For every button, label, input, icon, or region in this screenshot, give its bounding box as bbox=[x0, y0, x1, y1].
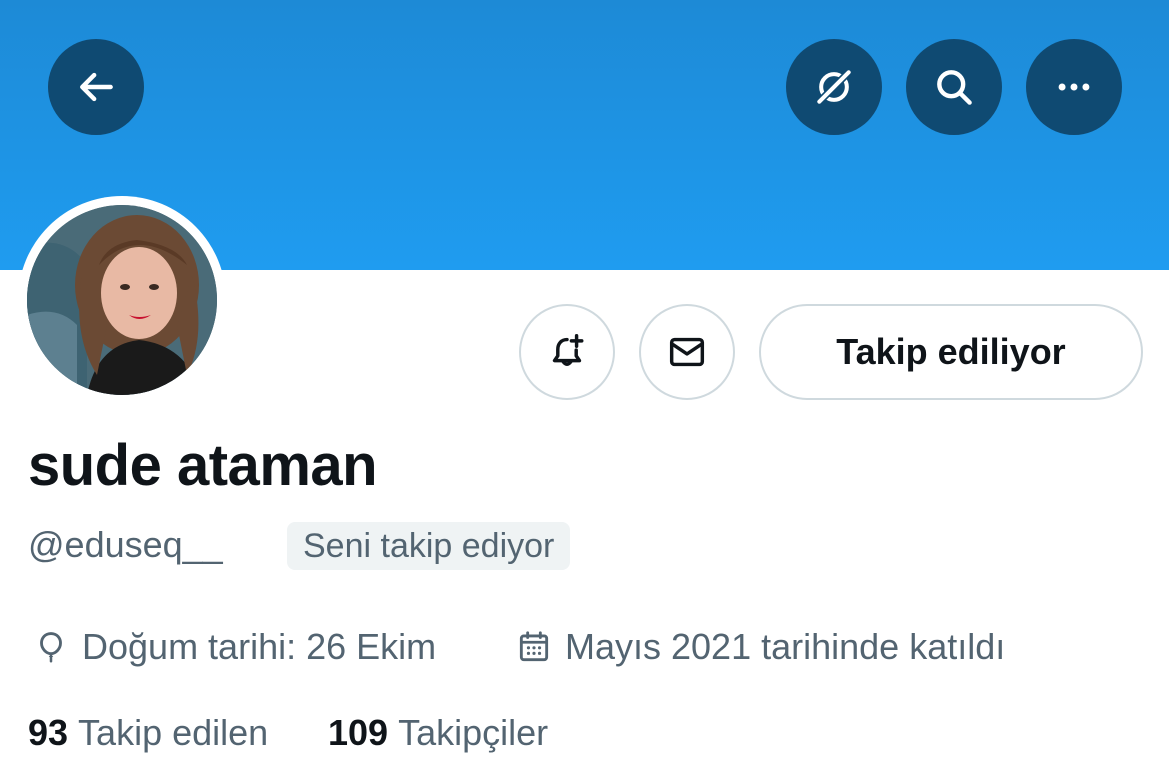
bell-plus-icon bbox=[552, 333, 584, 366]
avatar[interactable] bbox=[18, 196, 226, 404]
calendar-icon bbox=[519, 631, 549, 662]
following-button[interactable]: Takip ediliyor bbox=[759, 304, 1143, 400]
avatar-image bbox=[27, 205, 217, 395]
avatar-photo bbox=[27, 205, 217, 395]
arrow-left-icon bbox=[80, 72, 113, 102]
display-name: sude ataman bbox=[28, 433, 378, 498]
birthday-text: Doğum tarihi: 26 Ekim bbox=[82, 626, 437, 667]
balloon-icon bbox=[40, 632, 62, 663]
back-button[interactable] bbox=[48, 39, 144, 135]
profile-page: Takip ediliyor sude ataman @eduseq__ Sen… bbox=[0, 0, 1169, 771]
follows-you-badge: Seni takip ediyor bbox=[287, 522, 571, 570]
joined-text: Mayıs 2021 tarihinde katıldı bbox=[565, 626, 1006, 667]
grok-button[interactable] bbox=[786, 39, 882, 135]
search-icon bbox=[937, 70, 972, 105]
followers-stat[interactable]: 109 Takipçiler bbox=[328, 710, 548, 756]
envelope-icon bbox=[669, 337, 705, 367]
more-horizontal-icon bbox=[1058, 83, 1090, 91]
following-count: 93 bbox=[28, 712, 69, 753]
following-stat[interactable]: 93 Takip edilen bbox=[28, 710, 268, 756]
birthday-info: Doğum tarihi: 26 Ekim bbox=[32, 624, 436, 670]
search-button[interactable] bbox=[906, 39, 1002, 135]
followers-count: 109 bbox=[328, 712, 389, 753]
grok-icon bbox=[815, 68, 853, 106]
joined-info: Mayıs 2021 tarihinde katıldı bbox=[515, 624, 1005, 670]
following-label: Takip edilen bbox=[78, 712, 269, 753]
more-button[interactable] bbox=[1026, 39, 1122, 135]
message-button[interactable] bbox=[639, 304, 735, 400]
notify-button[interactable] bbox=[519, 304, 615, 400]
followers-label: Takipçiler bbox=[398, 712, 549, 753]
user-handle: @eduseq__ bbox=[28, 524, 223, 565]
